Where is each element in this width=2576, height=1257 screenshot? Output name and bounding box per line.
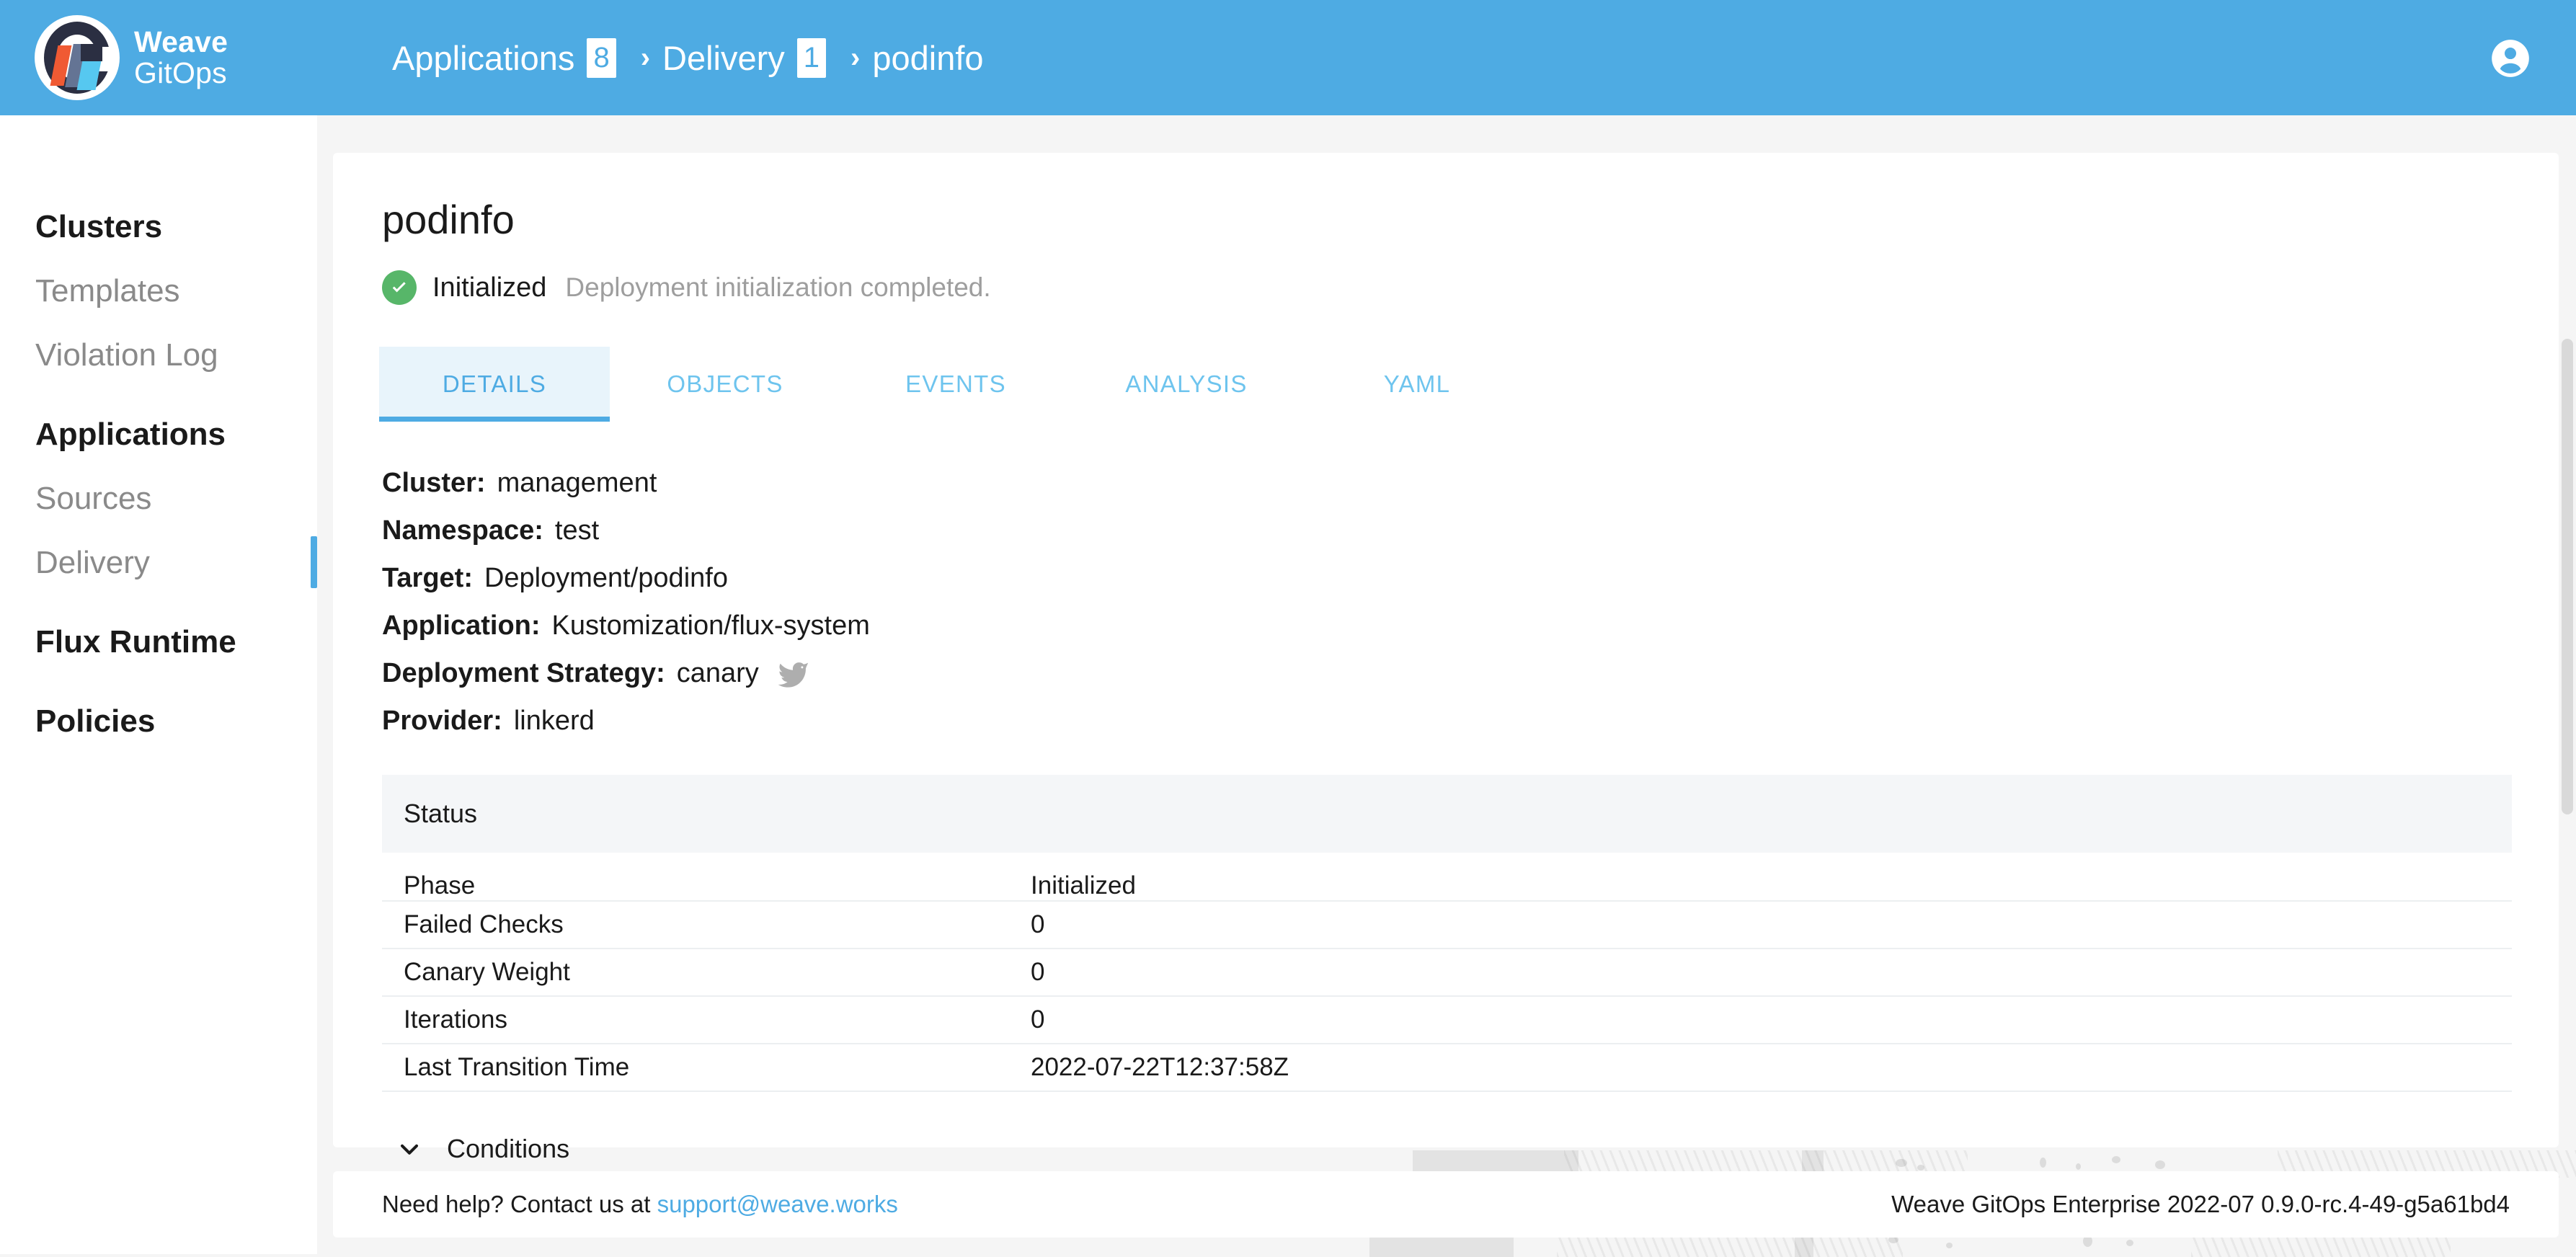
breadcrumb-separator-1: › [640, 41, 651, 74]
tab-objects[interactable]: OBJECTS [610, 347, 840, 422]
detail-value: Deployment/podinfo [484, 562, 728, 593]
table-row: Iterations 0 [382, 996, 2512, 1044]
brand-line-1: Weave [134, 25, 228, 58]
sidebar-item-policies[interactable]: Policies [0, 689, 317, 753]
page-scrollbar-track[interactable] [2557, 115, 2576, 1254]
tab-details[interactable]: DETAILS [379, 347, 610, 422]
footer-help-text: Need help? Contact us at support@weave.w… [382, 1191, 898, 1218]
detail-value: test [554, 515, 600, 546]
sidebar-item-label: Delivery [35, 544, 150, 580]
status-table: Phase Initialized Failed Checks 0 Canary… [382, 853, 2512, 1092]
tab-label: YAML [1383, 370, 1451, 397]
chevron-down-icon [395, 1134, 424, 1163]
table-cell-key: Iterations [382, 996, 1031, 1044]
table-cell-key: Failed Checks [382, 901, 1031, 949]
detail-key: Application: [382, 610, 541, 641]
sidebar-item-label: Clusters [35, 208, 163, 244]
tab-label: OBJECTS [667, 370, 783, 397]
detail-key: Provider: [382, 705, 502, 736]
detail-key: Target: [382, 562, 473, 593]
sidebar-item-label: Templates [35, 272, 180, 308]
tab-yaml[interactable]: YAML [1302, 347, 1532, 422]
detail-row-cluster: Cluster: management [382, 459, 2559, 507]
main-content-card: podinfo Initialized Deployment initializ… [333, 153, 2559, 1163]
conditions-label: Conditions [447, 1134, 570, 1163]
flagger-bird-icon [778, 659, 811, 688]
active-indicator-bar [311, 536, 317, 588]
support-email-link[interactable]: support@weave.works [657, 1191, 898, 1217]
breadcrumb-item-applications[interactable]: Applications [392, 38, 574, 78]
footer-help-prefix: Need help? Contact us at [382, 1191, 657, 1217]
page-footer: Need help? Contact us at support@weave.w… [333, 1171, 2559, 1238]
sidebar-navigation: Clusters Templates Violation Log Applica… [0, 115, 317, 1254]
sidebar-item-delivery[interactable]: Delivery [0, 530, 317, 595]
breadcrumb-badge-applications: 8 [587, 37, 616, 78]
detail-key: Deployment Strategy: [382, 657, 665, 688]
footer-version: Weave GitOps Enterprise 2022-07 0.9.0-rc… [1891, 1191, 2510, 1217]
table-cell-value: 2022-07-22T12:37:58Z [1031, 1044, 2512, 1092]
detail-key: Cluster: [382, 467, 486, 498]
tab-events[interactable]: EVENTS [840, 347, 1071, 422]
table-row: Canary Weight 0 [382, 949, 2512, 997]
table-cell-key: Canary Weight [382, 949, 1031, 997]
breadcrumb-badge-delivery: 1 [796, 37, 827, 78]
page-title: podinfo [382, 197, 515, 242]
sidebar-item-label: Flux Runtime [35, 623, 236, 659]
brand-text: Weave GitOps [134, 25, 228, 89]
table-row: Phase Initialized [382, 853, 2512, 902]
detail-row-provider: Provider: linkerd [382, 697, 2559, 745]
sidebar-item-violation-log[interactable]: Violation Log [0, 323, 317, 387]
table-row: Failed Checks 0 [382, 901, 2512, 949]
sidebar-item-sources[interactable]: Sources [0, 466, 317, 530]
brand-logo[interactable]: Weave GitOps [35, 15, 272, 100]
sidebar-item-label: Policies [35, 703, 156, 739]
status-section-title: Status [404, 799, 478, 828]
details-field-list: Cluster: management Namespace: test Targ… [382, 459, 2559, 745]
sidebar-item-clusters[interactable]: Clusters [0, 195, 317, 259]
table-cell-value: 0 [1031, 949, 2512, 997]
table-cell-key: Phase [382, 853, 1031, 902]
detail-row-target: Target: Deployment/podinfo [382, 554, 2559, 602]
check-circle-icon [382, 270, 417, 305]
sidebar-item-templates[interactable]: Templates [0, 259, 317, 323]
table-cell-value: 0 [1031, 996, 2512, 1044]
breadcrumb: Applications 8 › Delivery 1 › podinfo [392, 37, 984, 78]
table-row: Last Transition Time 2022-07-22T12:37:58… [382, 1044, 2512, 1092]
status-label: Initialized [432, 272, 547, 303]
status-section-header: Status [382, 775, 2512, 853]
tab-bar: DETAILS OBJECTS EVENTS ANALYSIS YAML [379, 347, 2559, 422]
sidebar-item-applications[interactable]: Applications [0, 402, 317, 466]
detail-row-application: Application: Kustomization/flux-system [382, 602, 2559, 649]
detail-value: linkerd [513, 705, 595, 736]
nav-list: Clusters Templates Violation Log Applica… [0, 115, 317, 753]
tab-analysis[interactable]: ANALYSIS [1071, 347, 1302, 422]
tab-label: EVENTS [905, 370, 1006, 397]
detail-row-deployment-strategy: Deployment Strategy: canary [382, 649, 2559, 697]
table-cell-value: Initialized [1031, 853, 2512, 902]
page-scrollbar-thumb[interactable] [2562, 339, 2573, 814]
sidebar-item-flux-runtime[interactable]: Flux Runtime [0, 610, 317, 674]
detail-key: Namespace: [382, 515, 543, 546]
conditions-accordion[interactable]: Conditions [382, 1124, 2559, 1174]
weave-gitops-logo-icon [35, 15, 120, 100]
detail-value: management [497, 467, 657, 498]
table-cell-value: 0 [1031, 901, 2512, 949]
status-badge: Initialized Deployment initialization co… [382, 270, 2559, 305]
detail-row-namespace: Namespace: test [382, 507, 2559, 554]
status-description: Deployment initialization completed. [565, 272, 991, 302]
detail-value: canary [676, 657, 759, 688]
tab-label: ANALYSIS [1125, 370, 1248, 397]
table-cell-key: Last Transition Time [382, 1044, 1031, 1092]
sidebar-item-label: Sources [35, 480, 152, 516]
sidebar-item-label: Applications [35, 416, 226, 452]
detail-value: Kustomization/flux-system [551, 610, 870, 641]
breadcrumb-item-delivery[interactable]: Delivery [662, 38, 785, 78]
brand-line-2: GitOps [134, 56, 227, 89]
breadcrumb-separator-2: › [850, 41, 861, 74]
tab-label: DETAILS [442, 370, 547, 397]
sidebar-item-label: Violation Log [35, 337, 218, 373]
breadcrumb-item-podinfo[interactable]: podinfo [872, 38, 983, 78]
account-circle-icon[interactable] [2488, 36, 2533, 81]
top-header-bar: Weave GitOps Applications 8 › Delivery 1… [0, 0, 2576, 115]
